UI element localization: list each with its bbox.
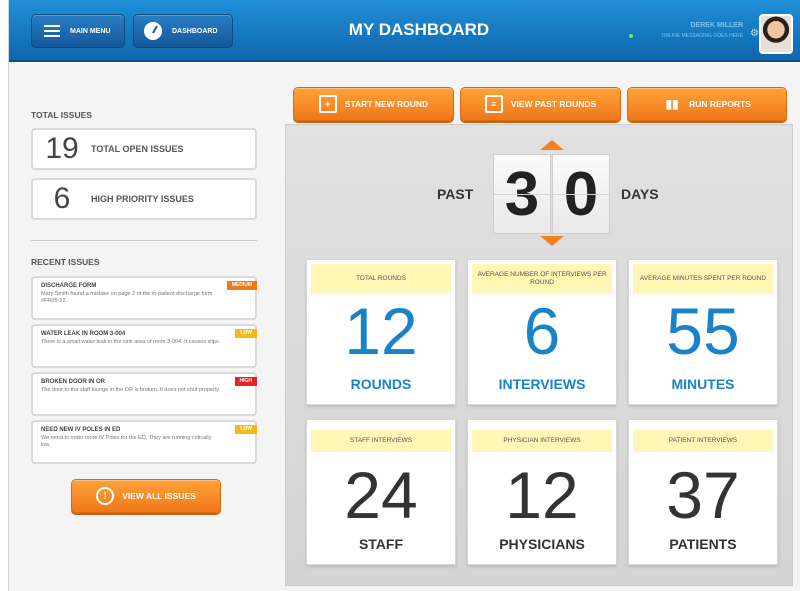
high-priority-count: 6 [53, 182, 71, 215]
stat-tag: TOTAL ROUNDS [311, 264, 451, 294]
stat-tag: PATIENT INTERVIEWS [633, 430, 773, 452]
period-suffix: DAYS [621, 186, 659, 202]
issue-description: There is a small water leak in the sink … [41, 339, 221, 345]
user-status: ONLINE MESSAGING GOES HERE [661, 33, 743, 39]
issue-description: Mary Smith found a mistake on page 2 of … [41, 291, 213, 305]
main-menu-label: MAIN MENU [70, 27, 111, 35]
run-reports-button[interactable]: ▮▮ RUN REPORTS [627, 87, 787, 121]
top-bar: MAIN MENU DASHBOARD MY DASHBOARD DEREK M… [9, 0, 800, 62]
start-new-round-label: START NEW ROUND [344, 99, 429, 109]
stat-value: 37 [666, 458, 740, 532]
online-status-icon [629, 34, 633, 38]
hamburger-icon [44, 25, 60, 37]
stat-card-total-rounds[interactable]: TOTAL ROUNDS 12 ROUNDS [306, 259, 456, 405]
issue-description: The door to the staff lounge in the OR i… [41, 387, 220, 393]
divider [31, 240, 257, 241]
recent-issue-item[interactable]: WATER LEAK IN ROOM 3-004 There is a smal… [31, 324, 257, 368]
main-menu-button[interactable]: MAIN MENU [31, 14, 125, 48]
stat-value: 55 [666, 294, 740, 368]
stat-value: 24 [344, 458, 418, 532]
stat-tag: STAFF INTERVIEWS [311, 430, 451, 452]
stat-tag: AVERAGE NUMBER OF INTERVIEWS PER ROUND [472, 264, 612, 294]
user-name: DEREK MILLER [690, 22, 744, 29]
decrease-days-arrow-icon[interactable] [540, 236, 564, 246]
period-digit-tens: 3 [493, 154, 551, 234]
stat-unit: INTERVIEWS [498, 376, 586, 392]
recent-issue-item[interactable]: BROKEN DOOR IN OR The door to the staff … [31, 372, 257, 416]
view-past-rounds-label: VIEW PAST ROUNDS [510, 99, 597, 109]
stat-tag: AVERAGE MINUTES SPENT PER ROUND [633, 264, 773, 294]
stat-unit: ROUNDS [350, 376, 412, 392]
stat-unit: PHYSICIANS [499, 536, 585, 552]
document-icon: ≡ [484, 95, 503, 113]
start-new-round-button[interactable]: + START NEW ROUND [293, 87, 454, 121]
view-all-issues-label: VIEW ALL ISSUES [122, 491, 196, 501]
recent-issues-heading: RECENT ISSUES [31, 257, 100, 267]
dashboard-button[interactable]: DASHBOARD [133, 14, 233, 48]
issue-title: WATER LEAK IN ROOM 3-004 [41, 331, 126, 337]
stat-card-patient-interviews[interactable]: PATIENT INTERVIEWS 37 PATIENTS [628, 419, 778, 565]
stat-unit: MINUTES [671, 376, 735, 392]
priority-badge: LOW [235, 425, 257, 434]
priority-badge: MEDIUM [226, 281, 257, 290]
open-issues-box[interactable]: 19 TOTAL OPEN ISSUES [31, 128, 257, 170]
app-frame: MAIN MENU DASHBOARD MY DASHBOARD DEREK M… [8, 0, 800, 591]
stat-tag: PHYSICIAN INTERVIEWS [472, 430, 612, 452]
high-priority-box[interactable]: 6 HIGH PRIORITY ISSUES [31, 178, 257, 220]
stat-value: 12 [344, 294, 418, 368]
period-digit-ones: 0 [552, 154, 610, 234]
issue-title: NEED NEW IV POLES IN ED [41, 427, 121, 433]
stat-value: 12 [505, 458, 579, 532]
high-priority-label: HIGH PRIORITY ISSUES [91, 194, 194, 204]
view-all-issues-button[interactable]: ! VIEW ALL ISSUES [71, 479, 221, 513]
view-past-rounds-button[interactable]: ≡ VIEW PAST ROUNDS [460, 87, 621, 121]
open-issues-label: TOTAL OPEN ISSUES [91, 144, 184, 154]
issue-description: We need to order more IV Poles for the E… [41, 435, 212, 449]
run-reports-label: RUN REPORTS [689, 99, 751, 109]
stat-unit: PATIENTS [669, 536, 737, 552]
period-prefix: PAST [437, 186, 474, 202]
dashboard-label: DASHBOARD [172, 27, 218, 35]
stat-card-staff-interviews[interactable]: STAFF INTERVIEWS 24 STAFF [306, 419, 456, 565]
increase-days-arrow-icon[interactable] [540, 140, 564, 150]
total-issues-heading: TOTAL ISSUES [31, 110, 92, 120]
page-title: MY DASHBOARD [348, 20, 490, 39]
priority-badge: HIGH [234, 377, 257, 386]
gauge-icon [144, 22, 162, 40]
recent-issue-item[interactable]: NEED NEW IV POLES IN ED We need to order… [31, 420, 257, 464]
avatar[interactable] [759, 14, 793, 54]
issue-title: DISCHARGE FORM [41, 283, 97, 289]
issue-title: BROKEN DOOR IN OR [41, 379, 106, 385]
add-document-icon: + [318, 95, 337, 113]
stat-card-avg-interviews[interactable]: AVERAGE NUMBER OF INTERVIEWS PER ROUND 6… [467, 259, 617, 405]
recent-issue-item[interactable]: DISCHARGE FORM Mary Smith found a mistak… [31, 276, 257, 320]
bar-chart-icon: ▮▮ [665, 97, 679, 111]
stat-card-physician-interviews[interactable]: PHYSICIAN INTERVIEWS 12 PHYSICIANS [467, 419, 617, 565]
open-issues-count: 19 [45, 132, 79, 165]
stat-card-avg-minutes[interactable]: AVERAGE MINUTES SPENT PER ROUND 55 MINUT… [628, 259, 778, 405]
stat-value: 6 [523, 294, 561, 368]
alert-icon: ! [96, 487, 115, 505]
priority-badge: LOW [235, 329, 257, 338]
stat-unit: STAFF [358, 536, 404, 552]
settings-gear-icon[interactable]: ⚙ [750, 28, 759, 39]
